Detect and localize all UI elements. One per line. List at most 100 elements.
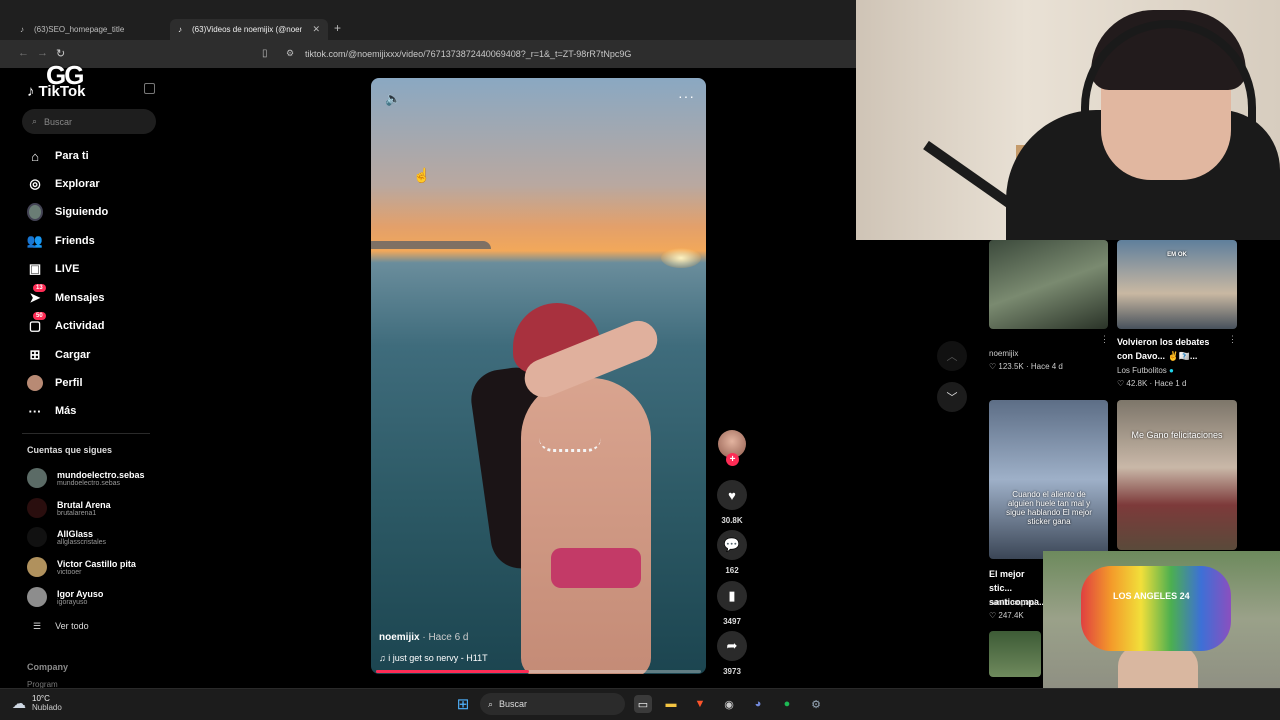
grid-author[interactable]: santicompani (989, 598, 1044, 607)
spotify-icon[interactable]: ● (778, 695, 796, 713)
mouse-cursor-icon: ☝ (413, 167, 431, 183)
chevron-down-icon: ﹀ (946, 392, 958, 404)
video-progress-bar[interactable] (376, 670, 701, 673)
nav-perfil[interactable]: Perfil (27, 375, 83, 391)
nav-mas[interactable]: ··· Más (27, 403, 77, 419)
save-button[interactable]: ▮ 3497 (717, 581, 747, 626)
activity-icon: ▢ 50 (27, 312, 46, 334)
back-icon[interactable]: ← (18, 47, 29, 59)
nav-live[interactable]: ▣ LIVE (27, 261, 80, 277)
nav-para-ti[interactable]: ⌂ Para ti (27, 148, 89, 164)
collapse-sidebar-icon[interactable] (144, 83, 155, 94)
video-thumbnail[interactable]: Cuando el aliento de alguien huele tan m… (989, 400, 1108, 559)
close-tab-icon[interactable]: ✕ (312, 24, 320, 35)
upload-icon: ⊞ (29, 347, 41, 362)
video-thumbnail[interactable] (989, 240, 1108, 329)
grid-title[interactable]: Volvieron los debates con Davo... ✌️🇽🇽..… (1117, 335, 1222, 363)
footer-company-link[interactable]: Company (27, 662, 68, 672)
weather-widget[interactable]: ☁ 10°C Nublado (12, 694, 62, 712)
new-tab-button[interactable]: + (334, 21, 341, 35)
avatar (27, 587, 47, 607)
like-count: 30.8K (721, 516, 743, 525)
comment-button[interactable]: 💬 162 (717, 530, 747, 575)
sidebar-divider (22, 433, 150, 434)
video-thumbnail[interactable]: Me Gano felicitaciones (1117, 400, 1237, 550)
forward-icon[interactable]: → (37, 47, 48, 59)
overlay-person-shirt (1081, 566, 1231, 651)
account-name: Victor Castillo pita (57, 558, 136, 569)
followed-account[interactable]: Igor Ayuso igorayuso (27, 587, 103, 607)
video-thumbnail[interactable] (989, 631, 1041, 677)
video-sun (661, 248, 701, 268)
taskbar-search[interactable]: ⌕ Buscar (480, 693, 625, 715)
see-all-button[interactable]: ☰ Ver todo (33, 621, 89, 632)
screen: ♪ (63)SEO_homepage_title ♪ (63)Videos de… (0, 0, 1280, 720)
like-button[interactable]: ♥ 30.8K (717, 480, 747, 525)
avatar (27, 498, 47, 518)
site-settings-icon[interactable]: ⚙ (286, 48, 294, 59)
volume-icon[interactable]: 🔈 (385, 91, 401, 107)
followed-account[interactable]: Victor Castillo pita victooer (27, 557, 136, 577)
brave-browser-icon[interactable]: ▼ (691, 695, 709, 713)
followed-account[interactable]: Brutal Arena brutalarena1 (27, 498, 111, 518)
shirt-text: LOS ANGELES 24 (1113, 591, 1190, 601)
followed-account[interactable]: mundoelectro.sebas mundoelectro.sebas (27, 468, 145, 488)
followed-account[interactable]: AllGlass allglasscristales (27, 527, 106, 547)
nav-cargar[interactable]: ⊞ Cargar (27, 347, 91, 363)
tab-title: (63)Videos de noemijix (@noemi (192, 25, 302, 34)
avatar (27, 468, 47, 488)
account-handle: mundoelectro.sebas (57, 479, 121, 487)
more-options-icon[interactable]: ⋮ (1100, 334, 1109, 345)
reload-icon[interactable]: ↻ (56, 47, 65, 60)
grid-author[interactable]: Los Futbolitos ● (1117, 366, 1174, 375)
nav-label: Perfil (55, 377, 83, 389)
account-name: AllGlass (57, 528, 94, 539)
address-bar-url[interactable]: tiktok.com/@noemijixxx/video/76713738724… (305, 49, 631, 59)
search-placeholder: Buscar (44, 116, 73, 127)
windows-start-icon[interactable]: ⊞ (454, 695, 472, 713)
obs-icon[interactable]: ◉ (720, 695, 738, 713)
streamer-webcam (856, 0, 1280, 240)
activity-badge: 50 (33, 312, 46, 320)
nav-label: Más (55, 405, 77, 417)
temperature: 10°C (32, 694, 50, 703)
share-button[interactable]: ➦ 3973 (717, 631, 747, 676)
previous-video-button[interactable]: ︿ (937, 341, 967, 371)
live-icon: ▣ (28, 261, 42, 276)
bookmark-icon: ▮ (717, 581, 747, 611)
author-name: Los Futbolitos (1117, 366, 1167, 375)
video-author[interactable]: noemijix · Hace 6 d (379, 632, 469, 643)
discord-icon[interactable]: ◕ (749, 695, 767, 713)
nav-actividad[interactable]: ▢ 50 Actividad (27, 312, 105, 334)
task-view-icon[interactable]: ▭ (634, 695, 652, 713)
settings-icon[interactable]: ⚙ (807, 695, 825, 713)
file-explorer-icon[interactable]: ▬ (662, 695, 680, 713)
video-music[interactable]: ♫ i just get so nervy - H11T (379, 653, 488, 663)
nav-explorar[interactable]: ◎ Explorar (27, 176, 99, 192)
more-options-icon[interactable]: ··· (678, 88, 695, 104)
tab-title: (63)SEO_homepage_title (34, 25, 125, 34)
next-video-button[interactable]: ﹀ (937, 382, 967, 412)
share-icon: ➦ (717, 631, 747, 661)
home-icon: ⌂ (31, 148, 39, 164)
search-input[interactable]: ⌕ Buscar (22, 109, 156, 134)
video-thumbnail[interactable]: EM OK (1117, 240, 1237, 329)
grid-author[interactable]: noemijix (989, 349, 1018, 358)
nav-friends[interactable]: 👥 Friends (27, 233, 95, 249)
thumbnail-label: EM OK (1167, 252, 1187, 258)
browser-tab-video[interactable]: ♪ (63)Videos de noemijix (@noemi ✕ (170, 19, 328, 40)
thumbnail-caption: Me Gano felicitaciones (1131, 430, 1223, 440)
nav-mensajes[interactable]: ➤ 13 Mensajes (27, 284, 105, 306)
bookmark-icon[interactable]: ▯ (262, 48, 268, 59)
author-name: noemijix (379, 632, 420, 643)
nav-label: Friends (55, 235, 95, 247)
grid-meta: ♡ 42.8K · Hace 1 d (1117, 379, 1187, 388)
avatar (27, 557, 47, 577)
browser-tab-seo[interactable]: ♪ (63)SEO_homepage_title (12, 19, 162, 40)
more-options-icon[interactable]: ⋮ (1228, 334, 1237, 345)
chevron-up-icon: ︿ (946, 351, 958, 363)
follow-plus-icon[interactable]: + (726, 453, 739, 466)
nav-siguiendo[interactable]: Siguiendo (27, 203, 108, 221)
account-name: Brutal Arena (57, 499, 111, 510)
list-icon: ☰ (33, 621, 42, 631)
